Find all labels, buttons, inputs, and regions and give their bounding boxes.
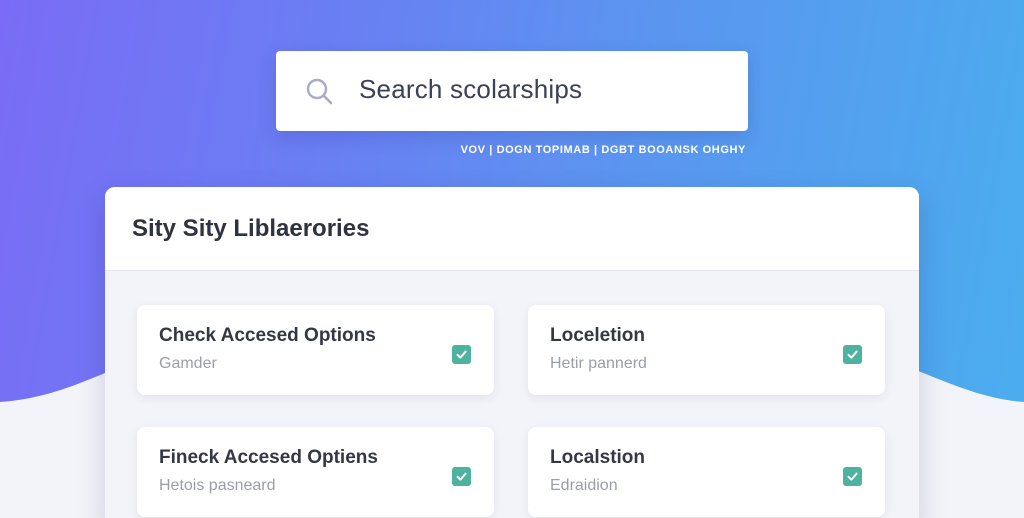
option-checkbox[interactable] (452, 345, 471, 364)
check-icon (847, 472, 858, 481)
option-card-title: Check Accesed Options (159, 325, 376, 346)
search-input[interactable]: Search scolarships (359, 74, 582, 105)
option-card[interactable]: Fineck Accesed Optiens Hetois pasneard (137, 427, 494, 517)
search-icon (306, 78, 333, 105)
option-card-title: Localstion (550, 447, 646, 468)
option-card[interactable]: Localstion Edraidion (528, 427, 885, 517)
option-checkbox[interactable] (843, 345, 862, 364)
option-checkbox[interactable] (452, 467, 471, 486)
option-card-subtitle: Gamder (159, 355, 217, 372)
option-card[interactable]: Loceletion Hetir pannerd (528, 305, 885, 395)
option-checkbox[interactable] (843, 467, 862, 486)
check-icon (456, 472, 467, 481)
panel-header: Sity Sity Liblaerories (105, 187, 919, 271)
option-card-title: Fineck Accesed Optiens (159, 447, 378, 468)
check-icon (456, 350, 467, 359)
option-card-subtitle: Hetir pannerd (550, 355, 647, 372)
categories-panel: Sity Sity Liblaerories Check Accesed Opt… (105, 187, 919, 518)
panel-title: Sity Sity Liblaerories (132, 215, 370, 242)
option-card-subtitle: Edraidion (550, 477, 618, 494)
option-card-subtitle: Hetois pasneard (159, 477, 276, 494)
subnav-links[interactable]: VOV | DOGN TOPIMAB | DGBT BOOANSK OHGHY (461, 144, 746, 156)
check-icon (847, 350, 858, 359)
option-card[interactable]: Check Accesed Options Gamder (137, 305, 494, 395)
option-card-title: Loceletion (550, 325, 646, 346)
